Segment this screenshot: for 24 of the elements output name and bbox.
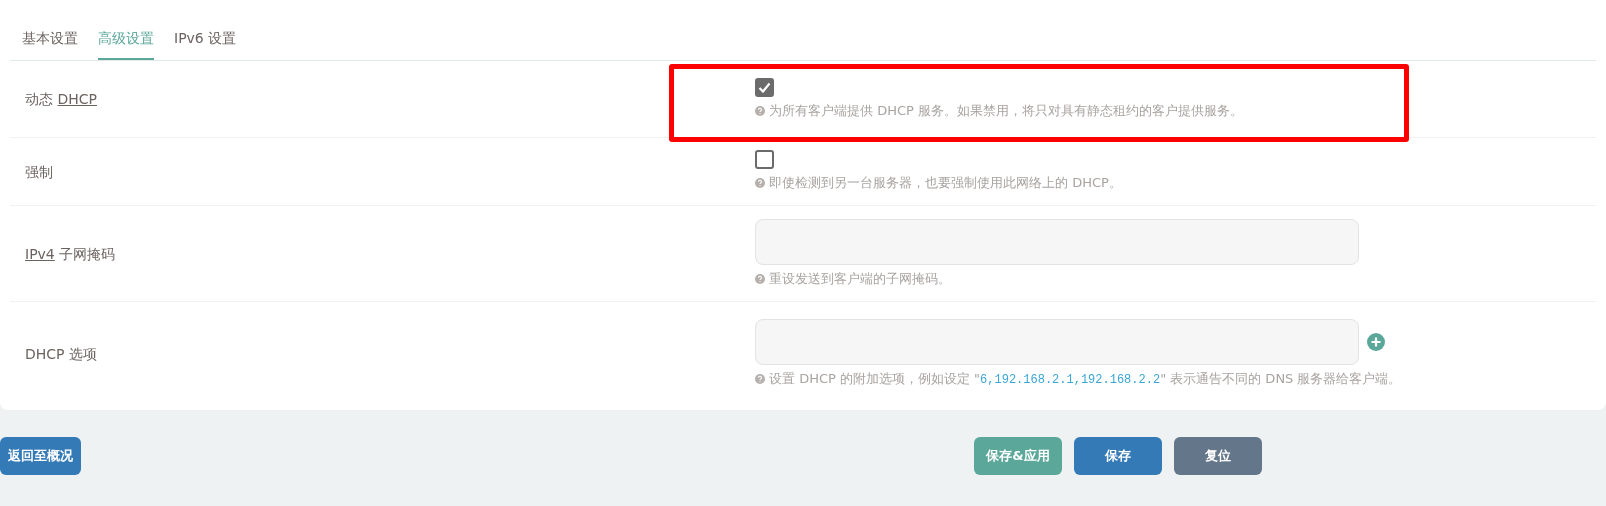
- help-icon: [755, 273, 765, 284]
- check-icon: [758, 81, 771, 93]
- help-text: 重设发送到客户端的子网掩码。: [769, 269, 951, 288]
- action-button[interactable]: 保存: [1074, 437, 1162, 475]
- action-button[interactable]: 复位: [1174, 437, 1262, 475]
- tab[interactable]: IPv6 设置: [174, 28, 237, 60]
- tab[interactable]: 基本设置: [22, 28, 78, 60]
- input-field[interactable]: [755, 218, 1359, 265]
- tab[interactable]: 高级设置: [98, 28, 154, 60]
- field-label: DHCP 选项: [25, 346, 97, 362]
- field-label: 动态 DHCP: [25, 91, 97, 107]
- help-icon: [755, 374, 765, 384]
- help-text: 设置 DHCP 的附加选项，例如设定 "6,192.168.2.1,192.168.2.2" 表示通告不同的 DNS 服务器给客户端。: [769, 370, 1402, 389]
- action-button[interactable]: 保存&应用: [974, 437, 1062, 475]
- field-label: IPv4 子网掩码: [25, 245, 116, 262]
- input-field[interactable]: [755, 319, 1359, 365]
- add-icon[interactable]: [1367, 333, 1385, 351]
- field-label: 强制: [25, 163, 53, 180]
- help-icon: [755, 178, 765, 188]
- help-icon: [755, 105, 765, 116]
- checkbox[interactable]: [755, 150, 774, 170]
- checkbox[interactable]: [755, 77, 774, 97]
- back-button[interactable]: 返回至概况: [0, 437, 81, 475]
- help-text: 为所有客户端提供 DHCP 服务。如果禁用，将只对具有静态租约的客户提供服务。: [769, 101, 1243, 120]
